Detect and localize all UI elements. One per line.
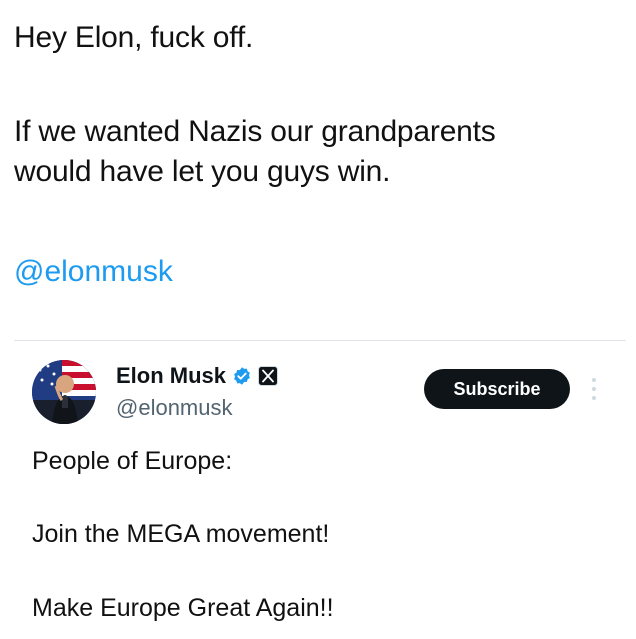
more-vertical-icon[interactable] bbox=[588, 374, 600, 404]
author-name[interactable]: Elon Musk bbox=[116, 362, 226, 390]
avatar[interactable] bbox=[32, 360, 96, 424]
post-text-paragraph: If we wanted Nazis our grandparents woul… bbox=[14, 112, 614, 192]
post-text-line-3: would have let you guys win. bbox=[14, 155, 391, 188]
quoted-post-line-3: Make Europe Great Again!! bbox=[32, 594, 334, 622]
post-text-line-1: Hey Elon, fuck off. bbox=[14, 21, 254, 54]
x-logo-icon bbox=[258, 366, 279, 386]
avatar-image bbox=[32, 360, 96, 424]
subscribe-button[interactable]: Subscribe bbox=[424, 369, 570, 409]
author-row: Elon Musk bbox=[116, 362, 279, 390]
author-handle[interactable]: @elonmusk bbox=[116, 394, 233, 422]
post-text-line-2: If we wanted Nazis our grandparents bbox=[14, 115, 496, 148]
quoted-post-line-1: People of Europe: bbox=[32, 447, 233, 475]
quoted-post-line-2: Join the MEGA movement! bbox=[32, 520, 330, 548]
mention-link[interactable]: @elonmusk bbox=[14, 252, 173, 292]
verified-badge-icon bbox=[232, 366, 252, 386]
